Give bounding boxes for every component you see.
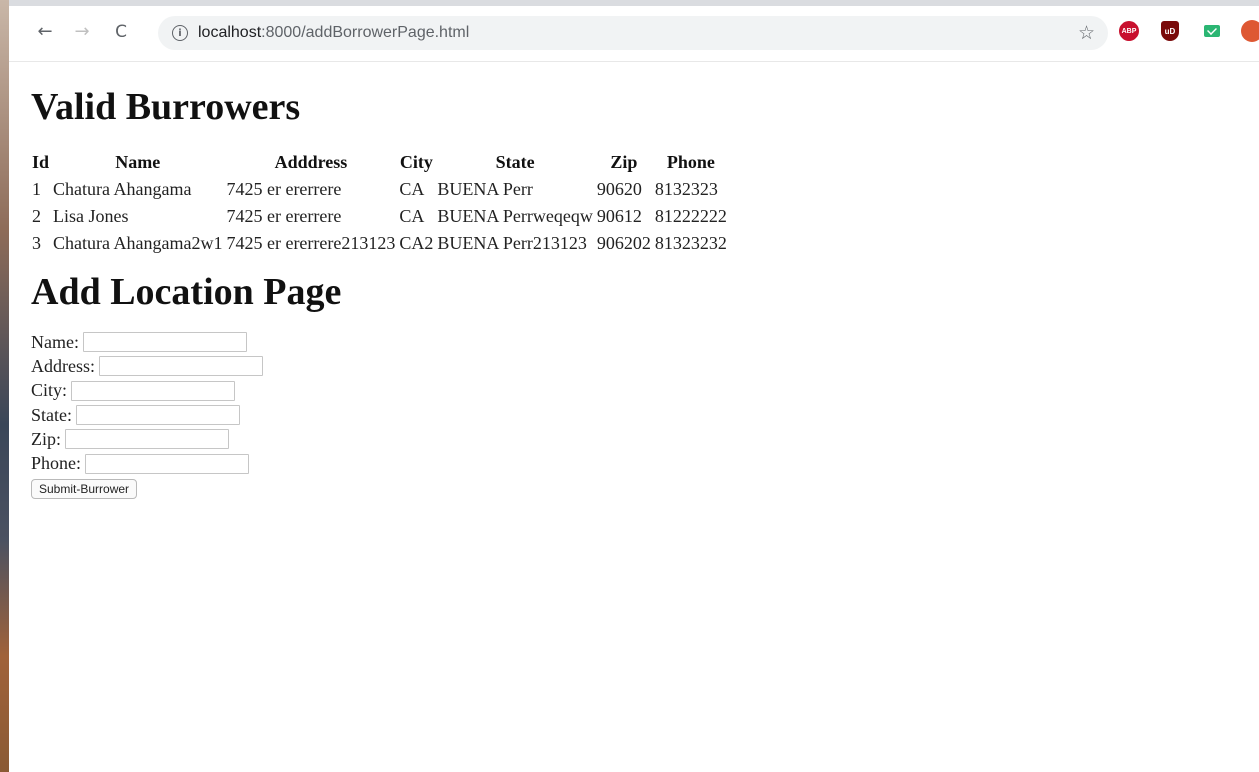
cell-phone: 81222222 <box>654 206 727 226</box>
cell-address: 7425 er ererrere <box>226 206 342 226</box>
cell-address: 7425 er ererrere <box>226 179 342 199</box>
add-location-heading: Add Location Page <box>31 271 342 313</box>
zip-row: Zip: <box>31 427 1231 451</box>
col-header-name: Name <box>115 152 161 172</box>
state-label: State: <box>31 404 72 425</box>
add-borrower-form: Name: Address: City: State: Zip: Phone: … <box>31 330 1231 499</box>
state-row: State: <box>31 403 1231 427</box>
cell-zip: 906202 <box>596 233 651 253</box>
address-label: Address: <box>31 355 95 376</box>
cell-name: Chatura Ahangama <box>53 179 192 199</box>
ublock-origin-icon[interactable]: uD <box>1161 21 1179 41</box>
address-bar[interactable]: i localhost:8000/addBorrowerPage.html ☆ <box>158 16 1108 50</box>
cell-city: CA <box>399 179 425 199</box>
table-header-row: Id Name Adddress City State Zip Phone <box>31 150 728 175</box>
url-path: :8000/addBorrowerPage.html <box>261 24 470 41</box>
city-label: City: <box>31 380 68 401</box>
forward-arrow-icon[interactable]: → <box>71 21 93 43</box>
table-row: 1 Chatura Ahangama 7425 er ererrere CA B… <box>31 177 728 202</box>
cell-zip: 90612 <box>596 206 642 226</box>
cell-id: 1 <box>32 179 41 199</box>
col-header-state: State <box>495 152 535 172</box>
cell-id: 3 <box>32 233 41 253</box>
bookmark-star-icon[interactable]: ☆ <box>1078 22 1095 44</box>
cell-state: BUENA Perrweqeqw <box>437 206 593 226</box>
city-input[interactable] <box>71 380 236 401</box>
cell-name: Chatura Ahangama2w1 <box>53 233 223 253</box>
adblock-plus-icon[interactable]: ABP <box>1119 21 1139 41</box>
zip-label: Zip: <box>31 428 61 449</box>
col-header-zip: Zip <box>610 152 638 172</box>
zip-input[interactable] <box>65 429 229 450</box>
cell-id: 2 <box>32 206 41 226</box>
table-row: 3 Chatura Ahangama2w1 7425 er ererrere21… <box>31 231 728 256</box>
page-content: Valid Burrowers Id Name Adddress City St… <box>31 62 1231 499</box>
phone-label: Phone: <box>31 453 82 474</box>
cell-city: CA <box>399 206 425 226</box>
back-arrow-icon[interactable]: ← <box>34 21 56 43</box>
submit-burrower-button[interactable]: Submit-Burrower <box>31 478 138 499</box>
state-input[interactable] <box>76 405 240 426</box>
cell-phone: 8132323 <box>654 179 718 199</box>
city-row: City: <box>31 379 1231 403</box>
browser-toolbar: ← → C i localhost:8000/addBorrowerPage.h… <box>9 0 1259 62</box>
col-header-phone: Phone <box>666 152 715 172</box>
col-header-city: City <box>399 152 433 172</box>
url-host: localhost <box>198 24 262 41</box>
cell-phone: 81323232 <box>654 233 727 253</box>
reload-icon[interactable]: C <box>110 21 132 43</box>
cell-name: Lisa Jones <box>53 206 129 226</box>
borrowers-heading: Valid Burrowers <box>31 86 301 128</box>
cell-state: BUENA Perr <box>437 179 533 199</box>
cell-zip: 90620 <box>596 179 642 199</box>
borrowers-table: Id Name Adddress City State Zip Phone 1 … <box>29 148 730 258</box>
mail-extension-icon[interactable] <box>1204 25 1220 37</box>
url-text[interactable]: localhost:8000/addBorrowerPage.html <box>198 24 469 42</box>
name-input[interactable] <box>82 332 247 353</box>
address-row: Address: <box>31 354 1231 378</box>
duckduckgo-icon[interactable] <box>1241 20 1259 42</box>
cell-address: 7425 er ererrere213123 <box>226 233 396 253</box>
phone-row: Phone: <box>31 451 1231 475</box>
desktop-background-strip <box>0 0 9 772</box>
col-header-address: Adddress <box>274 152 348 172</box>
info-icon[interactable]: i <box>172 25 188 41</box>
name-label: Name: <box>31 331 79 352</box>
cell-state: BUENA Perr213123 <box>437 233 587 253</box>
cell-city: CA2 <box>399 233 434 253</box>
name-row: Name: <box>31 330 1231 354</box>
address-input[interactable] <box>99 356 263 377</box>
phone-input[interactable] <box>85 453 250 474</box>
table-row: 2 Lisa Jones 7425 er ererrere CA BUENA P… <box>31 204 728 229</box>
col-header-id: Id <box>32 152 50 172</box>
